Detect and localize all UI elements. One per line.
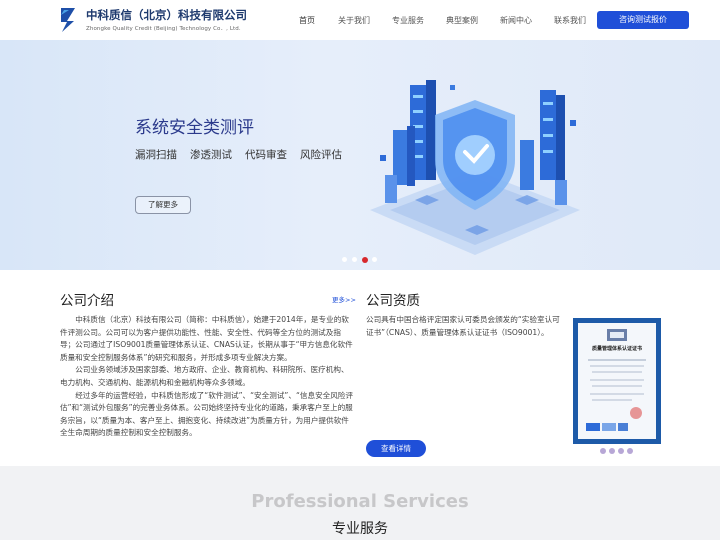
company-logo-icon[interactable] [58, 6, 78, 34]
intro-title: 公司介绍 [60, 293, 114, 309]
certificate-sheet: 质量管理体系认证证书 [578, 323, 656, 439]
learn-more-button[interactable]: 了解更多 [135, 196, 191, 214]
slide-dot-4[interactable] [372, 257, 377, 262]
cert-dot-3[interactable] [618, 448, 624, 454]
hero-banner: 系统安全类测评 漏洞扫描 渗透测试 代码审查 风险评估 了解更多 [0, 40, 720, 270]
intro-body: 中科质信（北京）科技有限公司（简称：中科质信），始建于2014年，是专业的软件评… [60, 314, 354, 440]
qualification-title: 公司资质 [366, 293, 420, 309]
nav-cases[interactable]: 典型案例 [446, 15, 478, 26]
certificate-image[interactable]: 质量管理体系认证证书 [573, 318, 661, 444]
banner-tag: 漏洞扫描 [135, 149, 177, 161]
nav-news[interactable]: 新闻中心 [500, 15, 532, 26]
nav-home[interactable]: 首页 [299, 15, 315, 26]
slide-dot-2[interactable] [352, 257, 357, 262]
slide-dot-3-active[interactable] [361, 256, 368, 263]
intro-paragraph: 中科质信（北京）科技有限公司（简称：中科质信），始建于2014年，是专业的软件评… [60, 315, 353, 362]
intro-more-link[interactable]: 更多>> [332, 294, 356, 304]
qualification-body: 公司具有中国合格评定国家认可委员会颁发的“实验室认可证书”（CNAS）、质量管理… [366, 315, 560, 337]
certificate-title: 质量管理体系认证证书 [591, 346, 642, 352]
intro-paragraph: 经过多年的运营经验，中科质信形成了“软件测试”、“安全测试”、“信息安全风险评估… [60, 390, 354, 438]
services-title-en: Professional Services [251, 491, 469, 512]
cert-dot-4[interactable] [627, 448, 633, 454]
cert-dot-1[interactable] [600, 448, 606, 454]
quote-button[interactable]: 咨询测试报价 [597, 11, 689, 29]
nav-about[interactable]: 关于我们 [338, 15, 370, 26]
security-shield-illustration [370, 80, 580, 255]
site-header: 中科质信（北京）科技有限公司 Zhongke Quality Credit (B… [0, 0, 720, 40]
services-title-cn: 专业服务 [332, 521, 388, 537]
banner-tag: 代码审查 [245, 149, 287, 161]
banner-title: 系统安全类测评 [135, 118, 254, 138]
slide-dot-1[interactable] [342, 257, 347, 262]
brand-name-en: Zhongke Quality Credit (Beijing) Technol… [86, 26, 241, 32]
nav-contact[interactable]: 联系我们 [554, 15, 586, 26]
banner-tag: 渗透测试 [190, 149, 232, 161]
certificate-seal-icon [586, 329, 646, 431]
cert-dot-2[interactable] [609, 448, 615, 454]
brand-name-cn[interactable]: 中科质信（北京）科技有限公司 [86, 7, 247, 23]
view-details-button[interactable]: 查看详情 [366, 440, 426, 457]
banner-tags: 漏洞扫描 渗透测试 代码审查 风险评估 [135, 147, 355, 162]
nav-services[interactable]: 专业服务 [392, 15, 424, 26]
services-section: Professional Services 专业服务 [0, 466, 720, 540]
intro-paragraph: 公司业务领域涉及国家部委、地方政府、企业、教育机构、科研院所、医疗机构、电力机构… [60, 365, 349, 387]
banner-tag: 风险评估 [300, 149, 342, 161]
